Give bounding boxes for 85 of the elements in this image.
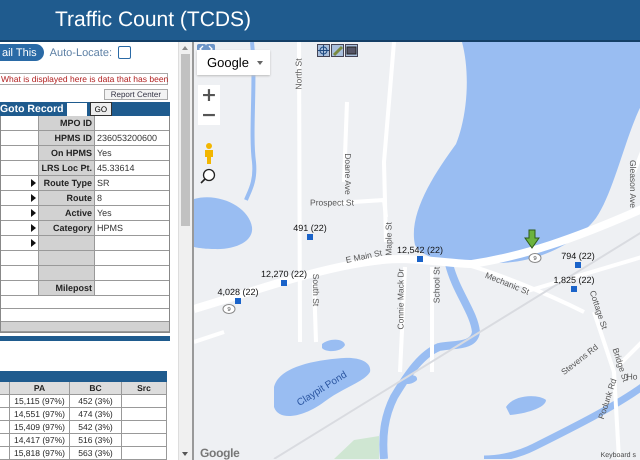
street-label: Cottage St <box>588 289 610 330</box>
street-label: Maple St <box>383 222 394 256</box>
traffic-count-label: 12,270 (22) <box>260 269 308 279</box>
expand-arrow-icon[interactable] <box>31 179 36 187</box>
table-cell: 15,409 (97%) <box>10 421 70 433</box>
goto-record-label: Goto Record <box>0 103 64 115</box>
field-value: Yes <box>96 147 113 160</box>
table-cell: 474 (3%) <box>70 408 122 420</box>
park-area <box>334 436 379 459</box>
traffic-count-label: 491 (22) <box>293 223 327 233</box>
station-marker[interactable] <box>571 286 577 292</box>
app-title: Traffic Count (TCDS) <box>55 8 252 32</box>
traffic-count-label: 12,542 (22) <box>396 245 444 255</box>
pencil-icon[interactable] <box>331 44 344 57</box>
expand-arrow-icon[interactable] <box>31 209 36 217</box>
google-logo: Google <box>200 446 240 460</box>
table-cell: 452 (3%) <box>70 395 122 407</box>
zoom-in-button[interactable]: + <box>198 85 220 105</box>
station-marker[interactable] <box>235 298 241 304</box>
pond-water <box>322 340 345 352</box>
station-marker[interactable] <box>281 280 287 286</box>
go-button[interactable]: GO <box>90 102 112 116</box>
pond-water <box>194 197 252 250</box>
street-label: Gleason Ave <box>628 160 638 208</box>
field-label: Route <box>38 191 95 205</box>
traffic-count-label: 4,028 (22) <box>217 287 259 297</box>
email-button[interactable]: ail This <box>0 44 44 61</box>
map-type-dropdown[interactable]: Google <box>197 50 270 75</box>
pond-water <box>506 396 546 415</box>
street-label: South St <box>310 274 321 306</box>
field-value: 8 <box>96 192 104 205</box>
auto-locate-label: Auto-Locate: <box>50 46 112 58</box>
expand-arrow-icon[interactable] <box>31 239 36 247</box>
station-marker[interactable] <box>575 262 581 268</box>
table-cell: 563 (3%) <box>70 447 122 459</box>
search-icon[interactable] <box>200 168 216 184</box>
field-label: Route Type <box>38 176 95 190</box>
scrollbar-thumb[interactable] <box>181 54 190 226</box>
expand-arrow-icon[interactable] <box>31 194 36 202</box>
notice-text: What is displayed here is data that has been <box>0 73 168 85</box>
caret-icon <box>256 60 263 64</box>
road <box>194 330 225 344</box>
scroll-down-icon[interactable] <box>182 452 188 456</box>
target-icon[interactable] <box>317 44 330 57</box>
column-header: BC <box>70 382 122 394</box>
pond-water <box>404 375 418 384</box>
field-value: HPMS <box>96 222 124 235</box>
station-marker[interactable] <box>307 234 313 240</box>
report-center-button[interactable]: Report Center <box>104 89 168 100</box>
traffic-count-label: 794 (22) <box>561 251 595 261</box>
street-label: Prospect St <box>310 197 354 208</box>
field-label: HPMS ID <box>38 131 95 145</box>
field-label: Category <box>38 221 95 235</box>
column-header: PA <box>10 382 70 394</box>
record-input-field[interactable] <box>66 102 87 116</box>
field-label: On HPMS <box>38 146 95 160</box>
field-value: Yes <box>96 207 113 220</box>
street-label: North St <box>293 58 304 90</box>
table-cell: 15,818 (97%) <box>10 447 70 459</box>
field-value: 236053200600 <box>96 132 158 145</box>
station-marker[interactable] <box>417 256 423 262</box>
expand-arrow-icon[interactable] <box>31 224 36 232</box>
street-label: Ho <box>626 371 638 382</box>
field-label: MPO ID <box>38 116 95 130</box>
street-label: E Main St <box>344 248 383 265</box>
table-cell: 14,417 (97%) <box>10 434 70 446</box>
field-label: LRS Loc Pt. <box>38 161 95 175</box>
table-cell: 15,115 (97%) <box>10 395 70 407</box>
field-label: Milepost <box>38 281 95 295</box>
field-value: 45.33614 <box>96 162 136 175</box>
street-label: Doane Ave <box>342 153 353 195</box>
table-cell: 14,551 (97%) <box>10 408 70 420</box>
table-cell: 542 (3%) <box>70 421 122 433</box>
scroll-up-icon[interactable] <box>182 46 188 50</box>
traffic-count-label: 1,825 (22) <box>553 275 595 285</box>
map-icon[interactable] <box>345 44 358 57</box>
auto-locate-checkbox[interactable] <box>118 46 132 59</box>
column-header: Src <box>122 382 167 394</box>
zoom-out-button[interactable]: − <box>198 105 220 125</box>
table-cell: 516 (3%) <box>70 434 122 446</box>
field-value: SR <box>96 177 111 190</box>
location-pin-icon <box>524 230 540 249</box>
street-label: Connie Mack Dr <box>395 268 406 330</box>
street-label: School St <box>431 266 442 304</box>
field-label: Active <box>38 206 95 220</box>
